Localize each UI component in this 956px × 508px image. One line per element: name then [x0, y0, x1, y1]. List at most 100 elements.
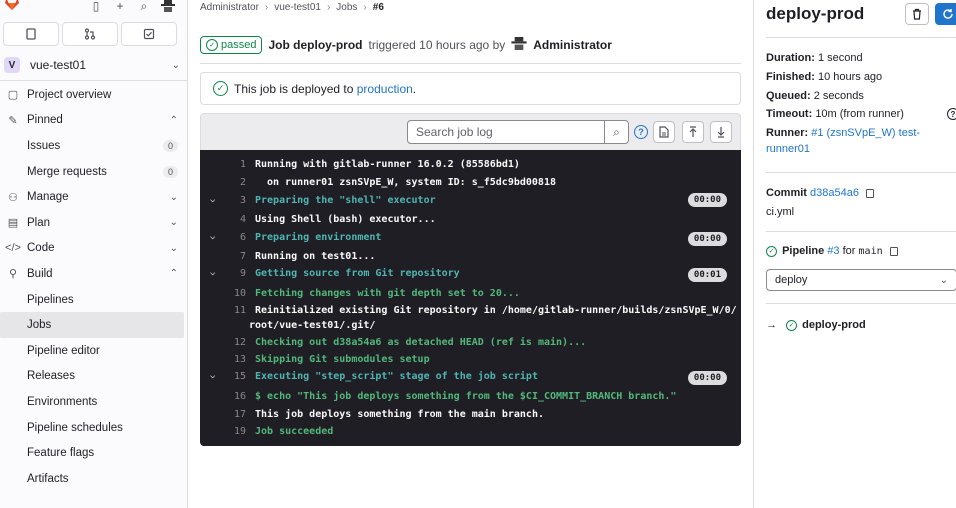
log-text: Fetching changes with git depth set to 2…	[255, 287, 520, 299]
sidebar-item-pipeline-schedules[interactable]: Pipeline schedules	[0, 415, 187, 441]
sidebar: ▯ + ⌕ V vue-test01 ⌄ ▢ Project overview …	[0, 0, 188, 508]
log-text: Getting source from Git repository	[255, 267, 460, 279]
line-number[interactable]: 9	[224, 268, 246, 279]
chevron-down-icon[interactable]: ⌵	[210, 371, 215, 381]
runner-link-wrap[interactable]: runner01	[766, 143, 810, 155]
sidebar-item-project-overview[interactable]: ▢ Project overview	[0, 82, 187, 108]
pipeline-ref[interactable]: main	[859, 246, 883, 257]
log-section-header[interactable]: ⌵ 9 Getting source from Git repository 0…	[200, 265, 741, 282]
log-line: 19 Job succeeded	[200, 423, 741, 439]
plus-icon[interactable]: +	[112, 0, 128, 13]
line-number[interactable]: 3	[224, 195, 246, 206]
panel-divider	[766, 231, 956, 232]
sidebar-item-releases[interactable]: Releases	[0, 364, 187, 390]
line-number[interactable]: 4	[224, 214, 246, 225]
log-text: Job succeeded	[255, 425, 334, 437]
gitlab-logo-icon[interactable]	[4, 0, 20, 10]
line-number[interactable]: 11	[224, 305, 246, 316]
search-icon[interactable]: ⌕	[604, 121, 628, 143]
todo-tab-icon[interactable]	[121, 22, 177, 46]
line-number[interactable]: 19	[224, 426, 246, 437]
line-number[interactable]: 13	[224, 354, 246, 365]
breadcrumb-item[interactable]: Administrator	[200, 2, 259, 13]
retry-button[interactable]	[935, 3, 956, 25]
check-circle-icon[interactable]: ✓	[766, 245, 777, 257]
project-switcher[interactable]: V vue-test01 ⌄	[0, 54, 187, 76]
erase-log-button[interactable]	[905, 3, 929, 25]
runner-link[interactable]: #1 (zsnSVpE_W) test-	[811, 127, 920, 139]
job-list-item[interactable]: → ✓ deploy-prod	[766, 319, 866, 331]
job-link[interactable]: deploy-prod	[802, 319, 866, 331]
line-number[interactable]: 1	[224, 159, 246, 170]
scroll-bottom-button[interactable]	[710, 121, 732, 143]
help-icon[interactable]: ?	[947, 108, 956, 120]
pipeline-link[interactable]: #3	[827, 245, 839, 257]
triggered-text: triggered 10 hours ago by	[368, 38, 506, 52]
sidebar-item-plan[interactable]: ▤ Plan ⌄	[0, 210, 187, 236]
line-number[interactable]: 10	[224, 288, 246, 299]
sidebar-item-merge-requests[interactable]: Merge requests 0	[0, 159, 187, 185]
breadcrumb-separator: ›	[326, 2, 331, 13]
sidebar-item-pipelines[interactable]: Pipelines	[0, 287, 187, 313]
sidebar-item-code[interactable]: </> Code ⌄	[0, 236, 187, 262]
log-text: Preparing the "shell" executor	[255, 194, 436, 206]
avatar[interactable]	[511, 37, 527, 53]
check-circle-icon: ✓	[206, 39, 218, 51]
log-section-header[interactable]: ⌵ 6 Preparing environment 00:00	[200, 229, 741, 246]
line-number[interactable]: 15	[224, 371, 246, 382]
log-section-header[interactable]: ⌵ 3 Preparing the "shell" executor 00:00	[200, 192, 741, 208]
project-icon: ▢	[7, 89, 19, 102]
chevron-down-icon[interactable]: ⌵	[210, 268, 215, 278]
timeout-label: Timeout:	[766, 108, 813, 120]
log-section-header[interactable]: ⌵ 15 Executing "step_script" stage of th…	[200, 368, 741, 385]
sidebar-item-artifacts[interactable]: Artifacts	[0, 466, 187, 492]
sidebar-item-manage[interactable]: ⚇ Manage ⌄	[0, 184, 187, 210]
sidebar-item-issues[interactable]: Issues 0	[0, 133, 187, 159]
log-line: 16 $ echo "This job deploys something fr…	[200, 388, 741, 404]
issues-tab-icon[interactable]	[3, 22, 59, 46]
line-number[interactable]: 12	[224, 337, 246, 348]
sidebar-item-label: Pinned	[27, 114, 63, 127]
sidebar-item-feature-flags[interactable]: Feature flags	[0, 440, 187, 466]
log-line: 1 Running with gitlab-runner 16.0.2 (855…	[200, 156, 741, 172]
commit-sha-link[interactable]: d38a54a6	[810, 187, 859, 199]
breadcrumb-item[interactable]: vue-test01	[274, 2, 321, 13]
merge-requests-tab-icon[interactable]	[62, 22, 118, 46]
queued-value: 2 seconds	[813, 90, 864, 102]
search-input[interactable]	[408, 125, 604, 139]
copy-icon[interactable]	[866, 188, 875, 198]
project-avatar: V	[4, 57, 20, 73]
trash-icon	[913, 8, 921, 20]
section-duration-badge: 00:01	[687, 267, 727, 282]
breadcrumb-current[interactable]: #6	[373, 2, 384, 13]
status-badge[interactable]: ✓ passed	[200, 36, 263, 54]
raw-log-button[interactable]	[653, 121, 675, 143]
avatar[interactable]	[160, 0, 176, 12]
sidebar-item-pinned[interactable]: ✎ Pinned ⌃	[0, 108, 187, 134]
log-text: Skipping Git submodules setup	[255, 353, 430, 365]
sidebar-toggle-icon[interactable]: ▯	[88, 0, 104, 13]
search-icon[interactable]: ⌕	[136, 0, 152, 13]
stage-select[interactable]: deploy ⌄	[766, 269, 956, 291]
sidebar-item-jobs[interactable]: Jobs	[0, 312, 184, 338]
help-icon[interactable]: ?	[634, 125, 648, 139]
sidebar-item-build[interactable]: ⚲ Build ⌃	[0, 261, 187, 287]
log-line: 10 Fetching changes with git depth set t…	[200, 285, 741, 301]
sidebar-item-label: Manage	[27, 191, 69, 204]
commit-row: Commit d38a54a6	[766, 187, 875, 199]
line-number[interactable]: 17	[224, 409, 246, 420]
line-number[interactable]: 16	[224, 391, 246, 402]
log-text: on runner01 zsnSVpE_W, system ID: s_f5dc…	[267, 176, 556, 188]
sidebar-item-pipeline-editor[interactable]: Pipeline editor	[0, 338, 187, 364]
line-number[interactable]: 7	[224, 251, 246, 262]
environment-link[interactable]: production	[357, 82, 413, 96]
copy-icon[interactable]	[889, 246, 898, 256]
line-number[interactable]: 2	[224, 177, 246, 188]
chevron-down-icon[interactable]: ⌵	[210, 195, 215, 205]
sidebar-item-environments[interactable]: Environments	[0, 389, 187, 415]
user-link[interactable]: Administrator	[533, 38, 612, 52]
line-number[interactable]: 6	[224, 232, 246, 243]
breadcrumb-item[interactable]: Jobs	[336, 2, 357, 13]
scroll-top-button[interactable]	[682, 121, 704, 143]
chevron-down-icon[interactable]: ⌵	[210, 232, 215, 242]
